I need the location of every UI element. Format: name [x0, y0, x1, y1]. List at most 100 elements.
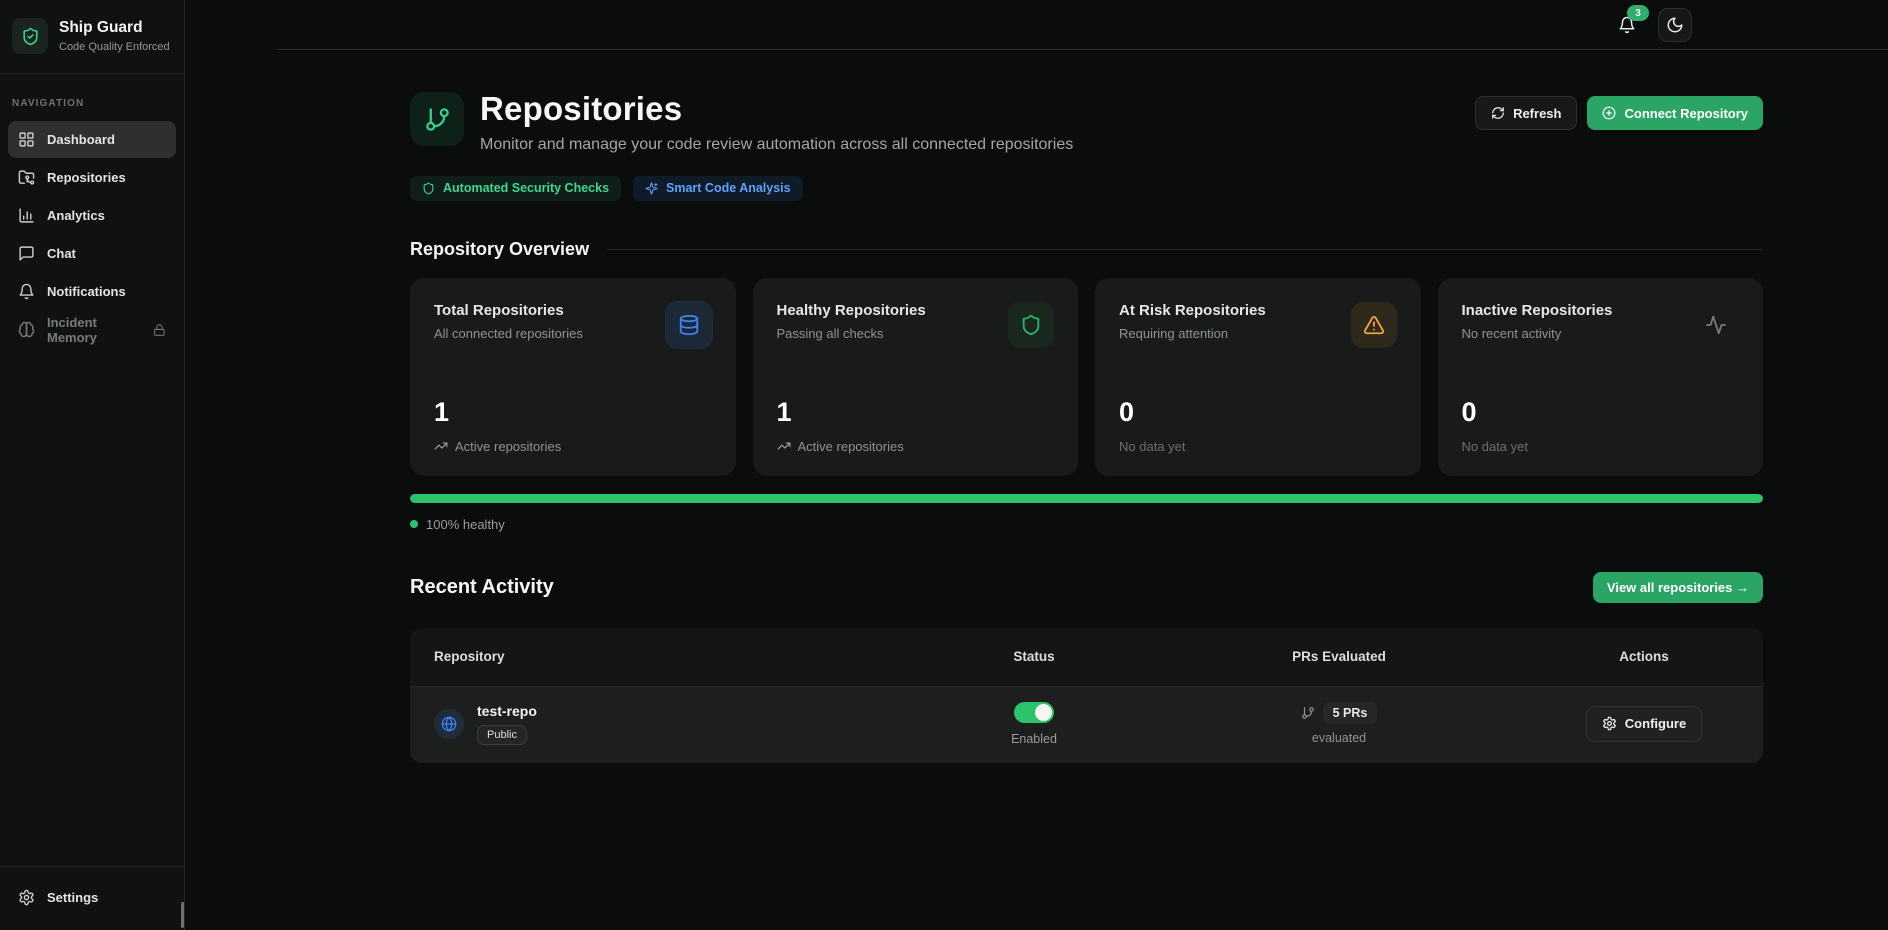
sidebar-item-label: Repositories [47, 170, 126, 185]
configure-button[interactable]: Configure [1586, 706, 1702, 742]
card-title: At Risk Repositories [1119, 302, 1266, 319]
card-header-text: Total Repositories All connected reposit… [434, 302, 583, 341]
column-header-repository: Repository [434, 649, 939, 664]
app-logo: Ship Guard Code Quality Enforced [0, 0, 184, 74]
card-footer: Active repositories [434, 439, 712, 454]
sidebar-item-label: Notifications [47, 284, 126, 299]
sidebar-item-settings[interactable]: Settings [8, 879, 176, 916]
sparkles-icon [645, 182, 658, 195]
sidebar-item-repositories[interactable]: Repositories [8, 159, 176, 196]
stat-card-inactive-repositories: Inactive Repositories No recent activity… [1438, 278, 1764, 476]
refresh-icon [1491, 106, 1505, 120]
card-title: Inactive Repositories [1462, 302, 1613, 319]
globe-icon [434, 709, 464, 739]
sidebar-item-chat[interactable]: Chat [8, 235, 176, 272]
sidebar-nav: NAVIGATION Dashboard Repositories Analyt… [0, 74, 184, 358]
toggle-knob [1035, 704, 1052, 721]
feature-badges: Automated Security Checks Smart Code Ana… [410, 176, 1763, 201]
prs-line: 5 PRs [1301, 702, 1378, 724]
card-header-text: At Risk Repositories Requiring attention [1119, 302, 1266, 341]
connect-repository-button-label: Connect Repository [1624, 106, 1748, 121]
app-subtitle: Code Quality Enforced [59, 41, 170, 53]
health-legend: 100% healthy [410, 517, 1763, 532]
alert-triangle-icon [1351, 302, 1397, 348]
card-footer: No data yet [1119, 439, 1397, 454]
column-header-actions: Actions [1549, 649, 1739, 664]
prs-count-badge: 5 PRs [1323, 702, 1378, 724]
column-header-prs-evaluated: PRs Evaluated [1129, 649, 1549, 664]
page-header-left: Repositories Monitor and manage your cod… [410, 92, 1073, 154]
sidebar: Ship Guard Code Quality Enforced NAVIGAT… [0, 0, 185, 930]
sidebar-footer: Settings [0, 866, 184, 930]
app-root: Ship Guard Code Quality Enforced NAVIGAT… [0, 0, 1888, 930]
table-header-row: Repository Status PRs Evaluated Actions [410, 628, 1763, 687]
card-header-text: Healthy Repositories Passing all checks [777, 302, 926, 341]
sidebar-item-analytics[interactable]: Analytics [8, 197, 176, 234]
prs-evaluated-cell: 5 PRs evaluated [1129, 702, 1549, 745]
page-content: Repositories Monitor and manage your cod… [185, 50, 1888, 763]
card-header: Inactive Repositories No recent activity [1462, 302, 1740, 348]
stat-card-total-repositories: Total Repositories All connected reposit… [410, 278, 736, 476]
moon-icon [1666, 16, 1684, 34]
stat-card-healthy-repositories: Healthy Repositories Passing all checks … [753, 278, 1079, 476]
gear-icon [18, 889, 35, 906]
page-title: Repositories [480, 92, 1073, 127]
sidebar-scrollbar[interactable] [181, 902, 184, 928]
git-branch-icon [410, 92, 464, 146]
lock-icon [153, 323, 166, 337]
card-footer-label: No data yet [1462, 439, 1529, 454]
health-dot-icon [410, 520, 418, 528]
database-icon [666, 302, 712, 348]
card-header: At Risk Repositories Requiring attention [1119, 302, 1397, 348]
column-header-status: Status [939, 649, 1129, 664]
card-footer-label: No data yet [1119, 439, 1186, 454]
sidebar-item-label: Settings [47, 890, 98, 905]
sidebar-item-incident-memory[interactable]: Incident Memory [8, 311, 176, 348]
card-subtitle: Passing all checks [777, 326, 926, 341]
notification-count-badge: 3 [1627, 5, 1649, 21]
card-subtitle: All connected repositories [434, 326, 583, 341]
refresh-button[interactable]: Refresh [1475, 96, 1577, 130]
card-value: 1 [777, 399, 1055, 426]
badge-label: Smart Code Analysis [666, 181, 791, 195]
card-footer: No data yet [1462, 439, 1740, 454]
card-subtitle: No recent activity [1462, 326, 1613, 341]
theme-toggle-button[interactable] [1658, 8, 1692, 42]
folder-git-icon [18, 169, 35, 186]
card-value: 0 [1462, 399, 1740, 426]
connect-repository-button[interactable]: Connect Repository [1587, 96, 1763, 130]
badge-automated-security-checks: Automated Security Checks [410, 176, 621, 201]
sidebar-item-notifications[interactable]: Notifications [8, 273, 176, 310]
main-area: 3 Repositories Monitor and manage your c… [185, 0, 1888, 930]
shield-check-icon [12, 18, 48, 54]
trending-up-icon [434, 439, 448, 453]
status-label: Enabled [1011, 732, 1057, 746]
page-subtitle: Monitor and manage your code review auto… [480, 136, 1073, 154]
view-all-repositories-button[interactable]: View all repositories → [1593, 572, 1763, 603]
actions-cell: Configure [1549, 706, 1739, 742]
card-footer-label: Active repositories [798, 439, 904, 454]
stat-cards: Total Repositories All connected reposit… [410, 278, 1763, 476]
gear-icon [1602, 716, 1617, 731]
configure-button-label: Configure [1625, 716, 1686, 731]
git-branch-icon [1301, 706, 1315, 720]
repository-name[interactable]: test-repo [477, 703, 537, 719]
repository-overview-heading: Repository Overview [410, 239, 1763, 260]
card-header: Healthy Repositories Passing all checks [777, 302, 1055, 348]
section-title: Repository Overview [410, 239, 589, 260]
badge-label: Automated Security Checks [443, 181, 609, 195]
notifications-button[interactable]: 3 [1610, 8, 1644, 42]
page-header: Repositories Monitor and manage your cod… [410, 92, 1763, 154]
card-header-text: Inactive Repositories No recent activity [1462, 302, 1613, 341]
card-value: 1 [434, 399, 712, 426]
status-toggle[interactable] [1014, 702, 1054, 723]
trending-up-icon [777, 439, 791, 453]
sidebar-item-label: Chat [47, 246, 76, 261]
health-label: 100% healthy [426, 517, 505, 532]
refresh-button-label: Refresh [1513, 106, 1561, 121]
sidebar-item-dashboard[interactable]: Dashboard [8, 121, 176, 158]
badge-smart-code-analysis: Smart Code Analysis [633, 176, 803, 201]
nav-section-label: NAVIGATION [12, 98, 172, 109]
prs-sub-label: evaluated [1312, 731, 1366, 745]
card-subtitle: Requiring attention [1119, 326, 1266, 341]
